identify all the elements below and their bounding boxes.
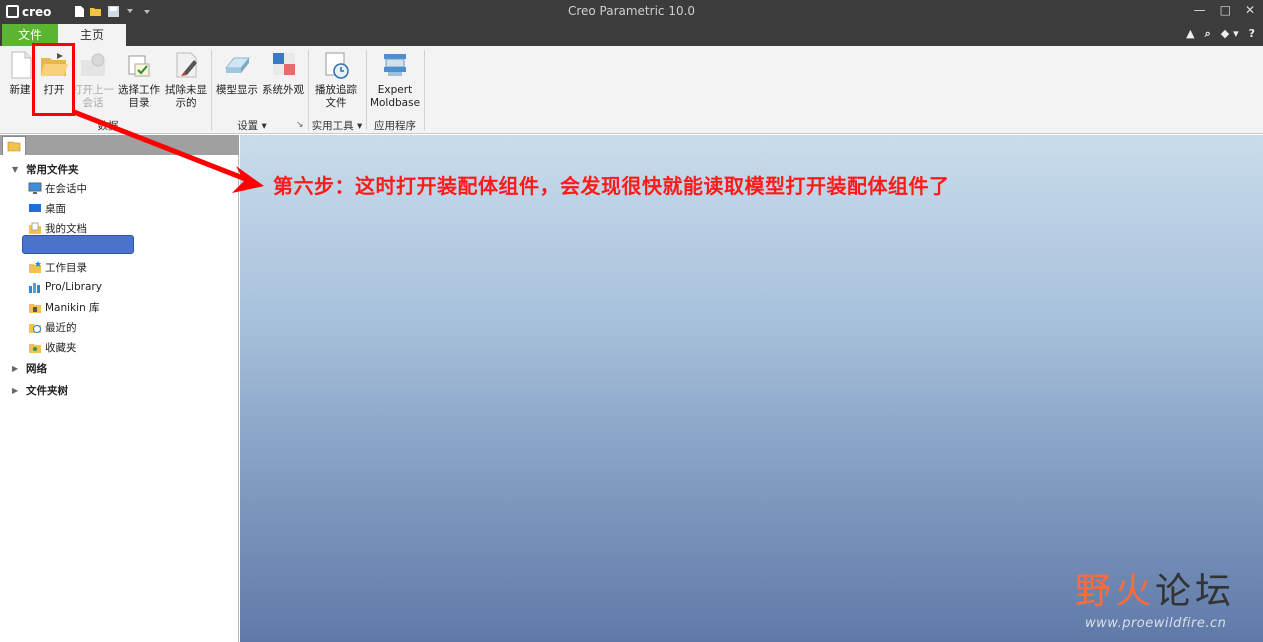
watermark-left: 野火 xyxy=(1075,571,1156,612)
watermark-logo: 野火论坛 xyxy=(1075,562,1235,614)
watermark-right: 论坛 xyxy=(1155,571,1236,612)
watermark: 野火论坛 www.proewildfire.cn xyxy=(1075,560,1255,640)
step-annotation: 第六步：这时打开装配体组件，会发现很快就能读取模型打开装配体组件了 xyxy=(273,174,950,198)
annotation-arrow-icon xyxy=(73,109,264,193)
watermark-url: www.proewildfire.cn xyxy=(1085,616,1227,631)
